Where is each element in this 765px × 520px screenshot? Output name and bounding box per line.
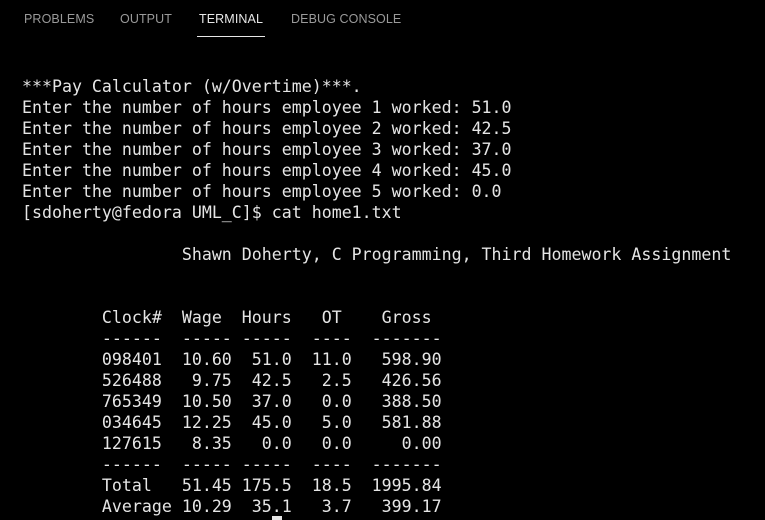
terminal-line: Total 51.45 175.5 18.5 1995.84 [22,476,442,495]
terminal-line: 034645 12.25 45.0 5.0 581.88 [22,413,442,432]
terminal-line: 526488 9.75 42.5 2.5 426.56 [22,371,442,390]
terminal-line: 127615 8.35 0.0 0.0 0.00 [22,434,442,453]
tab-output[interactable]: OUTPUT [120,11,172,27]
terminal-line: 098401 10.60 51.0 11.0 598.90 [22,350,442,369]
terminal-line: Enter the number of hours employee 1 wor… [22,98,512,117]
tab-debug-console[interactable]: DEBUG CONSOLE [291,11,401,27]
terminal-line: Shawn Doherty, C Programming, Third Home… [22,245,732,264]
terminal-line: Enter the number of hours employee 5 wor… [22,182,502,201]
terminal-line: 765349 10.50 37.0 0.0 388.50 [22,392,442,411]
panel-tab-bar: PROBLEMS OUTPUT TERMINAL DEBUG CONSOLE [0,0,765,40]
terminal-line: ------ ----- ----- ---- ------- [22,455,442,474]
terminal-line: ***Pay Calculator (w/Overtime)***. [22,77,362,96]
terminal-line: Average 10.29 35.1 3.7 399.17 [22,497,442,516]
terminal-line: Clock# Wage Hours OT Gross [22,308,432,327]
terminal-line: [sdoherty@fedora UML_C]$ cat home1.txt [22,203,402,222]
terminal-output[interactable]: ***Pay Calculator (w/Overtime)***. Enter … [22,76,731,517]
terminal-line: Enter the number of hours employee 4 wor… [22,161,512,180]
tab-problems[interactable]: PROBLEMS [24,11,94,27]
terminal-cursor [272,516,282,520]
terminal-line: ------ ----- ----- ---- ------- [22,329,442,348]
terminal-panel: PROBLEMS OUTPUT TERMINAL DEBUG CONSOLE *… [0,0,765,520]
active-tab-indicator [197,36,265,37]
tab-terminal[interactable]: TERMINAL [199,11,263,27]
terminal-line: Enter the number of hours employee 2 wor… [22,119,512,138]
terminal-line: Enter the number of hours employee 3 wor… [22,140,512,159]
